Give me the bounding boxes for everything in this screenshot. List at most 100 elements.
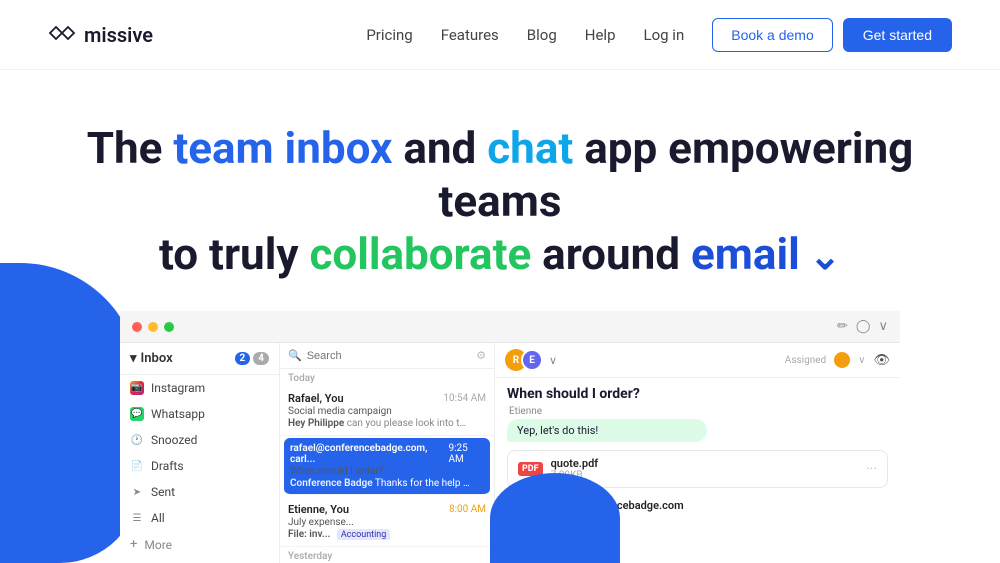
plus-icon: + — [130, 537, 137, 552]
chevron-down-icon[interactable]: ⌄ — [800, 235, 841, 279]
msg-preview-bold: File: inv... — [288, 529, 330, 540]
conv-message-etienne: Etienne Yep, let's do this! — [507, 406, 888, 442]
logo[interactable]: missive — [48, 23, 153, 47]
hero-heading: The team inbox and chat app empowering t… — [40, 122, 960, 280]
filter-icon[interactable]: ⚙ — [476, 349, 486, 362]
drafts-icon: 📄 — [130, 459, 144, 473]
nav-links: Pricing Features Blog Help Log in — [366, 26, 684, 44]
assigned-chevron-icon[interactable]: ∨ — [858, 355, 865, 366]
snoozed-icon: 🕐 — [130, 433, 144, 447]
msg-subject: Social media campaign — [288, 406, 486, 417]
nav-help[interactable]: Help — [585, 26, 616, 44]
msg-preview-bold: Conference Badge — [290, 478, 373, 489]
inbox-expand-icon[interactable]: ▾ — [130, 351, 137, 366]
window-titlebar: ✏ ◯ ∨ — [120, 311, 900, 343]
msg-preview: File: inv... Accounting — [288, 529, 468, 540]
msg-sender: rafael@conferencebadge.com, carl... — [290, 443, 448, 465]
sidebar-inbox-header: ▾ Inbox 2 4 — [120, 343, 279, 375]
sidebar-item-whatsapp[interactable]: 💬 Whatsapp — [120, 401, 279, 427]
decorative-arrow-blob — [490, 473, 620, 563]
sidebar-item-all[interactable]: ☰ All — [120, 505, 279, 531]
sidebar-sent-label: Sent — [151, 485, 175, 499]
hero-around: around — [531, 228, 691, 280]
sent-icon: ➤ — [130, 485, 144, 499]
conv-name-chevron[interactable]: ∨ — [549, 354, 557, 367]
sidebar-snoozed-label: Snoozed — [151, 433, 197, 447]
sidebar-item-sent[interactable]: ➤ Sent — [120, 479, 279, 505]
assigned-avatar — [834, 352, 850, 368]
msg-time: 9:25 AM — [448, 443, 484, 465]
sidebar-item-more[interactable]: + More — [120, 531, 279, 558]
search-bar: 🔍 ⚙ — [280, 343, 494, 369]
logo-icon — [48, 23, 76, 47]
nav-features[interactable]: Features — [441, 26, 499, 44]
sidebar-item-instagram[interactable]: 📷 Instagram — [120, 375, 279, 401]
whatsapp-icon: 💬 — [130, 407, 144, 421]
conv-msg-name: Etienne — [507, 406, 888, 417]
hero-section: The team inbox and chat app empowering t… — [0, 70, 1000, 310]
message-item[interactable]: rafael@conferencebadge.com, carl... 9:25… — [284, 438, 490, 495]
nav-login[interactable]: Log in — [644, 26, 685, 44]
chat-bubble: Yep, let's do this! — [507, 419, 707, 442]
search-input[interactable] — [307, 350, 471, 362]
hero-email: email — [691, 228, 800, 280]
date-label-yesterday: Yesterday — [280, 547, 494, 563]
inbox-badge-blue: 2 — [235, 352, 251, 365]
sidebar-inbox-label[interactable]: Inbox — [141, 351, 235, 366]
navbar: missive Pricing Features Blog Help Log i… — [0, 0, 1000, 70]
eyes-icon[interactable]: 👁 — [873, 353, 890, 368]
msg-sender: Etienne, You — [288, 503, 349, 516]
message-item[interactable]: Etienne, You 8:00 AM July expense... Fil… — [280, 497, 494, 547]
msg-preview-bold: Hey Philippe — [288, 418, 344, 429]
instagram-icon: 📷 — [130, 381, 144, 395]
avatar-user2: E — [521, 349, 543, 371]
book-demo-button[interactable]: Book a demo — [712, 18, 833, 52]
msg-preview-rest: Thanks for the help gu... — [373, 478, 470, 489]
hero-text-truly: to truly — [159, 228, 309, 280]
attachment-name: quote.pdf — [551, 457, 858, 470]
search-icon: 🔍 — [288, 349, 302, 362]
conv-header-right: Assigned ∨ 👁 — [785, 352, 890, 368]
message-item[interactable]: Rafael, You 10:54 AM Social media campai… — [280, 386, 494, 436]
attachment-menu-icon[interactable]: ··· — [866, 461, 877, 477]
attachment-size: 7.99KB — [551, 470, 858, 481]
window-close-button[interactable] — [132, 322, 142, 332]
msg-sender: Rafael, You — [288, 392, 344, 405]
get-started-button[interactable]: Get started — [843, 18, 952, 52]
nav-blog[interactable]: Blog — [527, 26, 557, 44]
inbox-badge-gray: 4 — [253, 352, 269, 365]
sidebar-more-label: More — [144, 538, 172, 552]
hero-chat: chat — [487, 122, 573, 174]
conv-header: R E ∨ Assigned ∨ 👁 — [495, 343, 900, 378]
edit-icon[interactable]: ✏ — [837, 319, 848, 334]
chevron-down-icon[interactable]: ∨ — [878, 319, 888, 334]
msg-preview: Conference Badge Thanks for the help gu.… — [290, 478, 470, 489]
msg-time: 8:00 AM — [449, 504, 486, 515]
sidebar-all-label: All — [151, 511, 165, 525]
attachment-info: quote.pdf 7.99KB — [551, 457, 858, 481]
comment-icon[interactable]: ◯ — [856, 319, 871, 334]
accounting-tag: Accounting — [337, 529, 391, 540]
window-maximize-button[interactable] — [164, 322, 174, 332]
conv-title: When should I order? — [495, 378, 900, 406]
inbox-badges: 2 4 — [235, 352, 270, 365]
msg-subject: July expense... — [288, 517, 486, 528]
sidebar: ▾ Inbox 2 4 📷 Instagram 💬 Whatsapp 🕐 — [120, 343, 280, 563]
sidebar-item-snoozed[interactable]: 🕐 Snoozed — [120, 427, 279, 453]
msg-subject: When should I order? — [290, 466, 484, 477]
nav-pricing[interactable]: Pricing — [366, 26, 412, 44]
hero-team-inbox: team inbox — [173, 122, 392, 174]
all-icon: ☰ — [130, 511, 144, 525]
window-bar-actions: ✏ ◯ ∨ — [837, 319, 888, 334]
message-list: 🔍 ⚙ Today Rafael, You 10:54 AM Social me… — [280, 343, 495, 563]
window-minimize-button[interactable] — [148, 322, 158, 332]
msg-preview-rest: can you please look into this? — [344, 418, 468, 429]
hero-collaborate: collaborate — [309, 228, 531, 280]
sidebar-item-drafts[interactable]: 📄 Drafts — [120, 453, 279, 479]
sidebar-drafts-label: Drafts — [151, 459, 184, 473]
assigned-label: Assigned — [785, 355, 826, 366]
msg-preview: Hey Philippe can you please look into th… — [288, 418, 468, 429]
hero-and: and — [392, 122, 487, 174]
msg-time: 10:54 AM — [443, 393, 486, 404]
hero-text-the: The — [87, 122, 174, 174]
